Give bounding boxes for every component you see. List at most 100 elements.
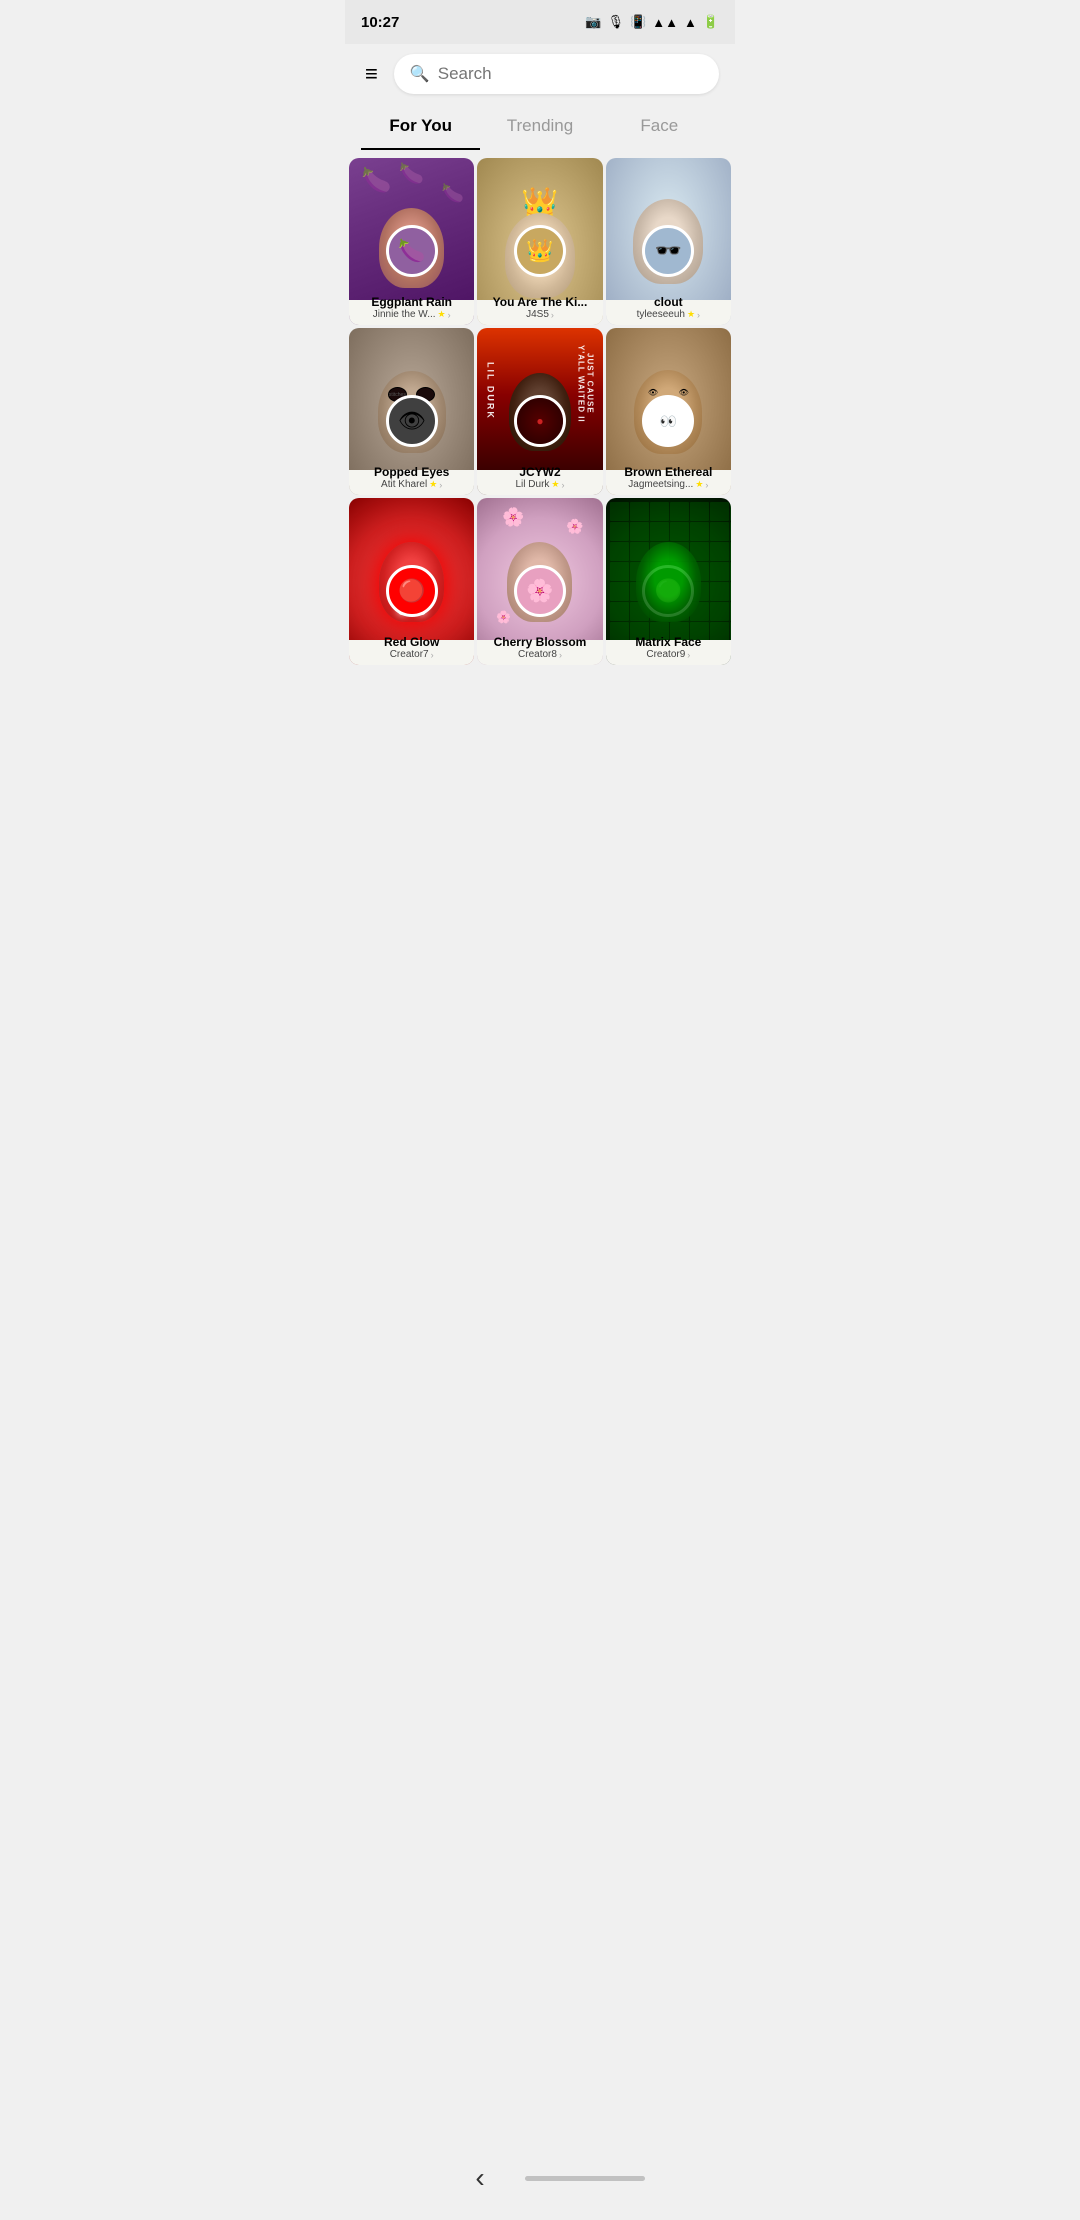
card-inner: 🔴 Red Glow Creator7 › <box>349 498 474 665</box>
tab-bar: For You Trending Face <box>345 104 735 150</box>
filter-thumbnail: 👁 <box>386 395 438 447</box>
item-info: Popped Eyes Atit Kharel ★ › <box>349 463 474 495</box>
search-icon: 🔍 <box>410 64 430 84</box>
search-bar[interactable]: 🔍 <box>394 54 719 94</box>
back-button[interactable]: ≡ <box>361 57 382 91</box>
signal-icon: ▲▲ <box>652 15 678 30</box>
filter-title: Popped Eyes <box>353 465 470 479</box>
home-indicator <box>525 2176 645 2181</box>
filter-card-matrix-face[interactable]: 🟢 Matrix Face Creator9 › <box>606 498 731 665</box>
vibrate-icon: 📳 <box>630 14 646 30</box>
mic-icon: 🎙 <box>608 14 625 30</box>
item-info: You Are The Ki... J4S5 › <box>477 293 602 325</box>
chevron-icon: › <box>697 310 700 320</box>
notification-icon: 📷 <box>585 14 601 30</box>
filter-card-cherry-blossom[interactable]: 🌸 🌸 🌸 🌸 Cherry Blossom Creator8 › <box>477 498 602 665</box>
filter-grid-container: 🍆 🍆 🍆 🍆 Eggplant Rain Jinnie the W... ★ … <box>345 158 735 745</box>
header: ≡ 🔍 <box>345 44 735 104</box>
filter-author: J4S5 › <box>481 309 598 320</box>
filter-title: Red Glow <box>353 635 470 649</box>
filter-thumbnail: 👀 <box>642 395 694 447</box>
chevron-icon: › <box>439 480 442 490</box>
item-info: Red Glow Creator7 › <box>349 633 474 665</box>
filter-thumbnail: 🌸 <box>514 565 566 617</box>
author-name: Jinnie the W... <box>373 309 436 320</box>
filter-author: Creator9 › <box>610 649 727 660</box>
card-inner: 👑 👑 You Are The Ki... J4S5 › <box>477 158 602 325</box>
card-inner: 🍆 🍆 🍆 🍆 Eggplant Rain Jinnie the W... ★ … <box>349 158 474 325</box>
card-inner: 👁 👁 👀 Brown Ethereal Jagmeetsing... ★ › <box>606 328 731 495</box>
filter-author: Lil Durk ★ › <box>481 479 598 490</box>
author-name: Creator9 <box>646 649 685 660</box>
item-info: Eggplant Rain Jinnie the W... ★ › <box>349 293 474 325</box>
author-name: Creator8 <box>518 649 557 660</box>
item-info: Cherry Blossom Creator8 › <box>477 633 602 665</box>
card-inner: stitches 👁 Popped Eyes Atit Kharel ★ › <box>349 328 474 495</box>
tab-face[interactable]: Face <box>600 104 719 150</box>
menu-icon: ≡ <box>365 61 378 87</box>
filter-author: Creator7 › <box>353 649 470 660</box>
filter-card-clout[interactable]: 🕶️ 🕶️ clout tyleeseeuh ★ › <box>606 158 731 325</box>
chevron-icon: › <box>551 310 554 320</box>
chevron-icon: › <box>559 650 562 660</box>
chevron-icon: › <box>448 310 451 320</box>
filter-card-popped-eyes[interactable]: stitches 👁 Popped Eyes Atit Kharel ★ › <box>349 328 474 495</box>
author-name: Jagmeetsing... <box>628 479 693 490</box>
chevron-icon: › <box>705 480 708 490</box>
status-time: 10:27 <box>361 14 399 31</box>
author-name: Lil Durk <box>516 479 550 490</box>
filter-card-jcyw2[interactable]: LIL DURK JUST CAUSEY'ALL WAITED II ● JCY… <box>477 328 602 495</box>
wifi-icon: ▲ <box>684 15 697 30</box>
item-info: clout tyleeseeuh ★ › <box>606 293 731 325</box>
bottom-nav: ‹ <box>345 2158 735 2202</box>
filter-author: tyleeseeuh ★ › <box>610 309 727 320</box>
verified-icon: ★ <box>687 309 695 320</box>
filter-card-red-glow[interactable]: 🔴 Red Glow Creator7 › <box>349 498 474 665</box>
author-name: tyleeseeuh <box>637 309 685 320</box>
filter-title: You Are The Ki... <box>481 295 598 309</box>
filter-title: Brown Ethereal <box>610 465 727 479</box>
verified-icon: ★ <box>551 479 559 490</box>
battery-icon: 🔋 <box>703 14 719 30</box>
filter-title: JCYW2 <box>481 465 598 479</box>
filter-author: Jagmeetsing... ★ › <box>610 479 727 490</box>
card-inner: 🌸 🌸 🌸 🌸 Cherry Blossom Creator8 › <box>477 498 602 665</box>
chevron-icon: › <box>561 480 564 490</box>
tab-trending[interactable]: Trending <box>480 104 599 150</box>
filter-thumbnail: ● <box>514 395 566 447</box>
card-inner: LIL DURK JUST CAUSEY'ALL WAITED II ● JCY… <box>477 328 602 495</box>
filter-title: Eggplant Rain <box>353 295 470 309</box>
filter-title: Cherry Blossom <box>481 635 598 649</box>
verified-icon: ★ <box>429 479 437 490</box>
filter-thumbnail: 👑 <box>514 225 566 277</box>
filter-card-you-are-the-king[interactable]: 👑 👑 You Are The Ki... J4S5 › <box>477 158 602 325</box>
status-icons: 📷 🎙 📳 ▲▲ ▲ 🔋 <box>585 14 719 30</box>
filter-title: clout <box>610 295 727 309</box>
card-inner: 🟢 Matrix Face Creator9 › <box>606 498 731 665</box>
item-info: JCYW2 Lil Durk ★ › <box>477 463 602 495</box>
nav-back-button[interactable]: ‹ <box>435 2158 524 2198</box>
status-bar: 10:27 📷 🎙 📳 ▲▲ ▲ 🔋 <box>345 0 735 44</box>
tab-for-you[interactable]: For You <box>361 104 480 150</box>
chevron-icon: › <box>687 650 690 660</box>
filter-thumbnail: 🍆 <box>386 225 438 277</box>
author-name: J4S5 <box>526 309 549 320</box>
filter-author: Atit Kharel ★ › <box>353 479 470 490</box>
filter-title: Matrix Face <box>610 635 727 649</box>
verified-icon: ★ <box>438 309 446 320</box>
author-name: Creator7 <box>390 649 429 660</box>
item-info: Brown Ethereal Jagmeetsing... ★ › <box>606 463 731 495</box>
verified-icon: ★ <box>695 479 703 490</box>
item-info: Matrix Face Creator9 › <box>606 633 731 665</box>
search-input[interactable] <box>438 64 703 84</box>
filter-author: Creator8 › <box>481 649 598 660</box>
filter-card-eggplant-rain[interactable]: 🍆 🍆 🍆 🍆 Eggplant Rain Jinnie the W... ★ … <box>349 158 474 325</box>
filter-card-brown-ethereal[interactable]: 👁 👁 👀 Brown Ethereal Jagmeetsing... ★ › <box>606 328 731 495</box>
author-name: Atit Kharel <box>381 479 427 490</box>
filter-thumbnail: 🔴 <box>386 565 438 617</box>
filter-grid: 🍆 🍆 🍆 🍆 Eggplant Rain Jinnie the W... ★ … <box>345 158 735 665</box>
chevron-icon: › <box>431 650 434 660</box>
card-inner: 🕶️ 🕶️ clout tyleeseeuh ★ › <box>606 158 731 325</box>
filter-thumbnail: 🕶️ <box>642 225 694 277</box>
filter-author: Jinnie the W... ★ › <box>353 309 470 320</box>
